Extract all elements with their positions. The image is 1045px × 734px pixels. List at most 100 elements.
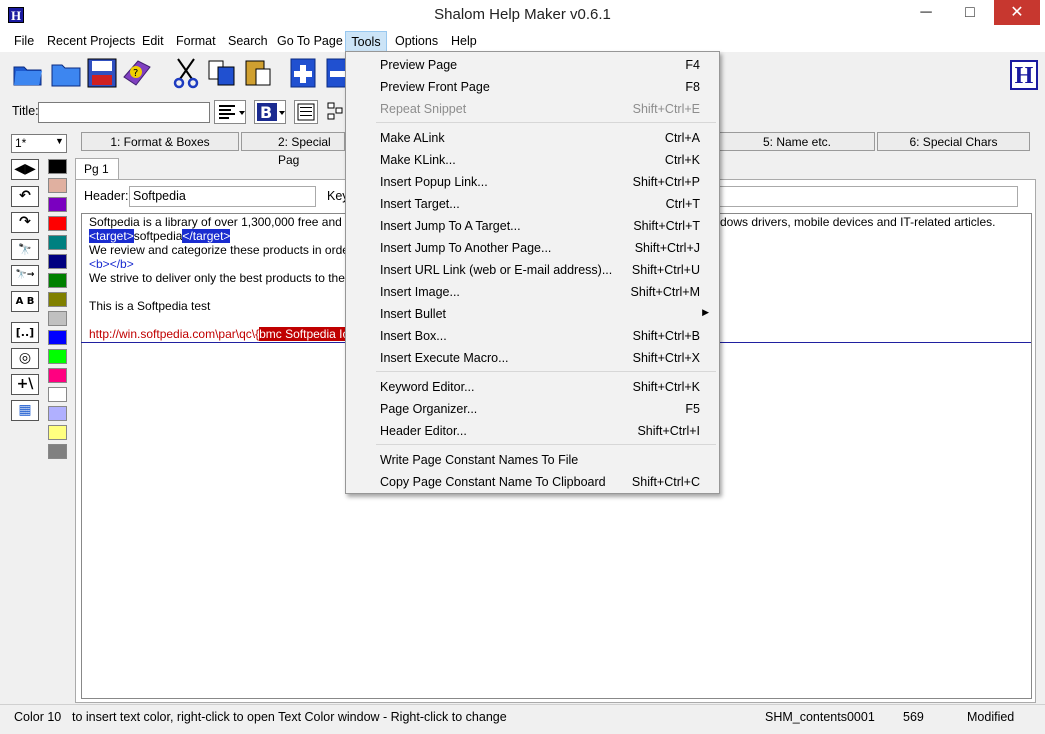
menu-item[interactable]: Header Editor... Shift+Ctrl+I (346, 420, 719, 442)
replace-icon[interactable]: A B (11, 291, 39, 312)
menu-item[interactable]: Insert Box... Shift+Ctrl+B (346, 325, 719, 347)
menu-recent-projects[interactable]: Recent Projects (47, 31, 135, 52)
color-swatch[interactable] (48, 216, 67, 231)
minimize-button[interactable]: ─ (904, 0, 948, 25)
menu-item[interactable]: Copy Page Constant Name To Clipboard Shif… (346, 471, 719, 493)
bold-icon[interactable]: B (254, 100, 286, 124)
snippet-icon[interactable]: [..] (11, 322, 39, 343)
menu-item-shortcut: Shift+Ctrl+I (637, 424, 700, 438)
color-swatch[interactable] (48, 178, 67, 193)
remove-page-icon[interactable] (324, 57, 346, 89)
menu-item-shortcut: Shift+Ctrl+T (633, 219, 700, 233)
chevron-down-icon[interactable]: ▼ (55, 136, 64, 146)
folder-icon[interactable] (50, 57, 82, 89)
color-swatch[interactable] (48, 406, 67, 421)
color-swatch[interactable] (48, 425, 67, 440)
menu-item[interactable]: Preview Page F4 (346, 54, 719, 76)
help-book-icon[interactable]: ? (120, 57, 152, 89)
color-swatch[interactable] (48, 387, 67, 402)
align-left-icon[interactable] (214, 100, 246, 124)
menu-item-label: Insert Bullet (380, 307, 447, 321)
tab-format-boxes[interactable]: 1: Format & Boxes (81, 132, 239, 151)
keywords-input[interactable] (718, 186, 1018, 207)
menu-separator (376, 371, 716, 372)
menu-item[interactable]: Insert Bullet ▶ (346, 303, 719, 325)
menu-item-label: Insert Image... (380, 285, 460, 299)
menu-item[interactable]: Insert Popup Link... Shift+Ctrl+P (346, 171, 719, 193)
color-swatch[interactable] (48, 349, 67, 364)
color-swatch[interactable] (48, 273, 67, 288)
maximize-button[interactable]: □ (948, 0, 992, 25)
redo-icon[interactable]: ↷ (11, 212, 39, 233)
title-input[interactable] (38, 102, 210, 123)
menu-item[interactable]: Insert Execute Macro... Shift+Ctrl+X (346, 347, 719, 369)
image-icon[interactable]: ▦ (11, 400, 39, 421)
save-icon[interactable] (86, 57, 118, 89)
menu-item-label: Preview Page (380, 58, 458, 72)
menu-item-label: Header Editor... (380, 424, 467, 438)
find-next-icon[interactable]: 🔭→ (11, 265, 39, 286)
tree-icon[interactable] (324, 100, 345, 124)
menu-item[interactable]: Page Organizer... F5 (346, 398, 719, 420)
menu-item[interactable]: Insert Jump To Another Page... Shift+Ctrl… (346, 237, 719, 259)
menu-item[interactable]: Write Page Constant Names To File (346, 449, 719, 471)
color-swatch[interactable] (48, 159, 67, 174)
copy-icon[interactable] (206, 57, 238, 89)
editor-line-1: Softpedia is a library of over 1,300,000… (89, 215, 380, 229)
tab-special-pages[interactable]: 2: Special Pag (241, 132, 345, 167)
color-swatch[interactable] (48, 368, 67, 383)
page-tab[interactable]: Pg 1 (75, 158, 119, 179)
target-icon[interactable]: ◎ (11, 348, 39, 369)
close-button[interactable]: ✕ (994, 0, 1040, 25)
menu-item[interactable]: Make ALink Ctrl+A (346, 127, 719, 149)
color-swatch[interactable] (48, 197, 67, 212)
menu-format[interactable]: Format (176, 31, 216, 52)
color-swatch[interactable] (48, 311, 67, 326)
svg-text:B: B (260, 103, 272, 122)
undo-icon[interactable]: ↶ (11, 186, 39, 207)
color-swatch[interactable] (48, 330, 67, 345)
menu-item[interactable]: Insert Jump To A Target... Shift+Ctrl+T (346, 215, 719, 237)
menu-tools[interactable]: Tools (345, 31, 387, 52)
menu-item[interactable]: Keyword Editor... Shift+Ctrl+K (346, 376, 719, 398)
menu-item-label: Keyword Editor... (380, 380, 475, 394)
insert-link-icon[interactable]: +\ (11, 374, 39, 395)
app-logo: H (1010, 60, 1038, 90)
menu-item[interactable]: Make KLink... Ctrl+K (346, 149, 719, 171)
menu-item-shortcut: Shift+Ctrl+U (631, 263, 700, 277)
menu-help[interactable]: Help (451, 31, 477, 52)
prev-next-icon[interactable]: ◀▶ (11, 159, 39, 180)
menu-item-label: Make ALink (380, 131, 445, 145)
color-swatch[interactable] (48, 292, 67, 307)
tools-menu: Preview Page F4 Preview Front Page F8 Repeat… (345, 51, 720, 494)
find-icon[interactable]: 🔭 (11, 239, 39, 260)
menu-search[interactable]: Search (228, 31, 268, 52)
cut-icon[interactable] (170, 57, 202, 89)
table-icon[interactable] (294, 100, 318, 124)
menu-item[interactable]: Preview Front Page F8 (346, 76, 719, 98)
menu-options[interactable]: Options (395, 31, 438, 52)
paste-icon[interactable] (242, 57, 274, 89)
color-swatch[interactable] (48, 444, 67, 459)
header-input[interactable]: Softpedia (129, 186, 316, 207)
menu-item[interactable]: Insert Image... Shift+Ctrl+M (346, 281, 719, 303)
tab-special-chars[interactable]: 6: Special Chars (877, 132, 1030, 151)
status-color: Color 10 (14, 710, 62, 724)
menu-separator (376, 444, 716, 445)
editor-line-3: We review and categorize these products … (89, 243, 377, 257)
open-folder-icon[interactable] (12, 57, 44, 89)
svg-text:?: ? (133, 68, 138, 79)
menu-item[interactable]: Insert Target... Ctrl+T (346, 193, 719, 215)
status-hint: to insert text color, right-click to ope… (72, 710, 507, 724)
color-swatch[interactable] (48, 254, 67, 269)
menu-edit[interactable]: Edit (142, 31, 164, 52)
color-swatch[interactable] (48, 235, 67, 250)
menu-item[interactable]: Insert URL Link (web or E-mail address).… (346, 259, 719, 281)
menu-go-to-page[interactable]: Go To Page (277, 31, 343, 52)
tab-name-etc[interactable]: 5: Name etc. (720, 132, 875, 151)
editor-line-7: http://win.softpedia.com\par\qc\{bmc Sof… (89, 327, 362, 341)
target-tag-open: <target> (89, 229, 134, 243)
menu-item-label: Make KLink... (380, 153, 456, 167)
menu-file[interactable]: File (14, 31, 34, 52)
add-page-icon[interactable] (288, 57, 320, 89)
